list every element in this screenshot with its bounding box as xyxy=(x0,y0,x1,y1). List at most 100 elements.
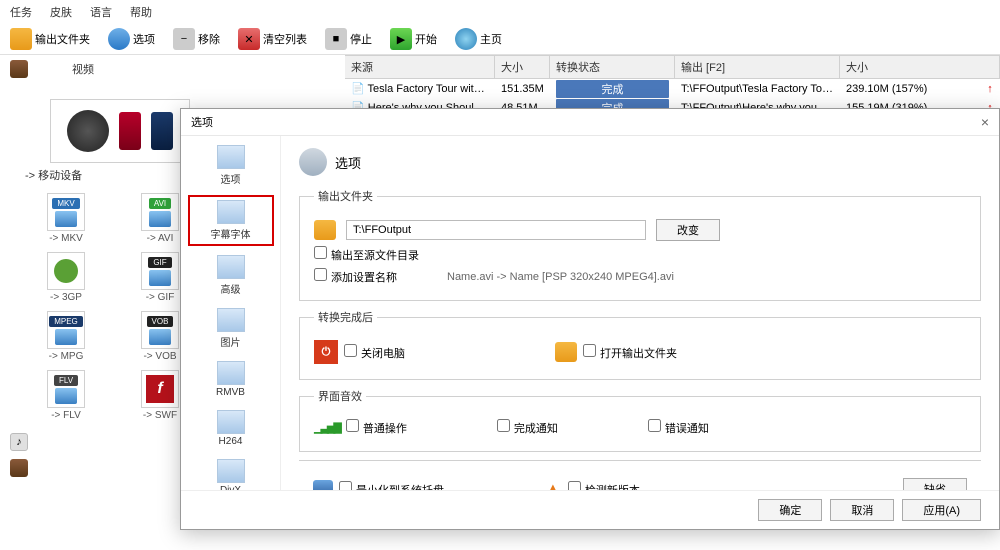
sidebar-item-icon xyxy=(217,145,245,169)
options-dialog: 选项 × 选项字幕字体高级图片 RMVB H264 DivX 选项 输出文件夹 改变 … xyxy=(180,108,1000,530)
stop-icon: ■ xyxy=(325,28,347,50)
sidebar-item-label: RMVB xyxy=(216,387,245,398)
sidebar-item-2[interactable]: 高级 xyxy=(188,252,274,299)
options-icon xyxy=(108,28,130,50)
reel-icon xyxy=(67,110,109,152)
music-icon[interactable]: ♪ xyxy=(10,433,28,451)
sidebar-item-icon xyxy=(217,410,245,434)
apply-button[interactable]: 应用(A) xyxy=(902,499,981,521)
cell-output: T:\FFOutput\Tesla Factory Tour ... xyxy=(675,82,840,96)
sidebar-item-5[interactable]: H264 xyxy=(188,407,274,450)
misc-fieldset: 最小化到系统托盘 ▲ 检测新版本 缺省 xyxy=(299,460,981,490)
output-path-input[interactable] xyxy=(346,220,646,240)
sidebar-item-label: 选项 xyxy=(221,171,241,186)
col-outsize[interactable]: 大小 xyxy=(840,56,1000,78)
chk-done-notify[interactable]: 完成通知 xyxy=(497,419,558,436)
tb-options[interactable]: 选项 xyxy=(108,28,155,50)
col-status[interactable]: 转换状态 xyxy=(550,56,675,78)
power-icon: ⏻ xyxy=(314,340,338,364)
up-arrow-icon: ↑ xyxy=(980,82,1000,96)
film-icon[interactable] xyxy=(10,459,28,477)
format-caption: -> 3GP xyxy=(50,292,82,303)
chk-tray[interactable]: 最小化到系统托盘 xyxy=(339,481,444,491)
tb-remove[interactable]: − 移除 xyxy=(173,28,220,50)
default-button[interactable]: 缺省 xyxy=(903,478,967,490)
options-sidebar: 选项字幕字体高级图片 RMVB H264 DivX xyxy=(181,136,281,490)
tb-start[interactable]: ▶ 开始 xyxy=(390,28,437,50)
menu-bar: 任务 皮肤 语言 帮助 xyxy=(0,0,1000,24)
sidebar-item-0[interactable]: 选项 xyxy=(188,142,274,189)
menu-lang[interactable]: 语言 xyxy=(90,4,112,20)
chk-shutdown[interactable]: 关闭电脑 xyxy=(344,344,405,361)
sidebar-item-4[interactable]: RMVB xyxy=(188,358,274,401)
bars-icon: ▁▃▅▇ xyxy=(314,421,340,434)
format-caption: -> FLV xyxy=(51,410,81,421)
cell-source: 📄 Tesla Factory Tour with El... xyxy=(345,81,495,96)
chk-normal[interactable]: 普通操作 xyxy=(346,419,407,436)
sidebar-item-label: H264 xyxy=(219,436,243,447)
chk-add-set-name[interactable]: 添加设置名称 xyxy=(314,268,397,285)
start-icon: ▶ xyxy=(390,28,412,50)
format-MPG[interactable]: MPEG-> MPG xyxy=(25,311,107,362)
format-caption: -> AVI xyxy=(147,233,174,244)
cancel-button[interactable]: 取消 xyxy=(830,499,894,521)
sidebar-item-6[interactable]: DivX xyxy=(188,456,274,490)
folder-icon xyxy=(10,28,32,50)
sound-fieldset: 界面音效 ▁▃▅▇ 普通操作 完成通知 错误通知 xyxy=(299,388,981,452)
change-button[interactable]: 改变 xyxy=(656,219,720,241)
col-output[interactable]: 输出 [F2] xyxy=(675,56,840,78)
after-convert-legend: 转换完成后 xyxy=(314,309,377,325)
clear-icon: ✕ xyxy=(238,28,260,50)
format-FLV[interactable]: FLV-> FLV xyxy=(25,370,107,421)
phone-icon-2 xyxy=(151,112,173,150)
format-caption: -> GIF xyxy=(146,292,175,303)
menu-task[interactable]: 任务 xyxy=(10,4,32,20)
toolbar: 输出文件夹 选项 − 移除 ✕ 清空列表 ■ 停止 ▶ 开始 主页 xyxy=(0,24,1000,55)
format-3GP[interactable]: -> 3GP xyxy=(25,252,107,303)
folder-icon[interactable] xyxy=(314,220,336,240)
phone-icon xyxy=(119,112,141,150)
tb-home[interactable]: 主页 xyxy=(455,28,502,50)
ok-button[interactable]: 确定 xyxy=(758,499,822,521)
tb-stop[interactable]: ■ 停止 xyxy=(325,28,372,50)
sidebar-item-icon xyxy=(217,200,245,224)
output-folder-legend: 输出文件夹 xyxy=(314,188,377,204)
sidebar-item-3[interactable]: 图片 xyxy=(188,305,274,352)
globe-icon xyxy=(455,28,477,50)
format-caption: -> MKV xyxy=(49,233,83,244)
col-size[interactable]: 大小 xyxy=(495,56,550,78)
folder-icon xyxy=(555,342,577,362)
dialog-title: 选项 xyxy=(191,114,213,130)
menu-skin[interactable]: 皮肤 xyxy=(50,4,72,20)
chk-update[interactable]: 检测新版本 xyxy=(568,481,640,491)
remove-icon: − xyxy=(173,28,195,50)
name-hint: Name.avi -> Name [PSP 320x240 MPEG4].avi xyxy=(447,271,674,283)
table-row[interactable]: 📄 Tesla Factory Tour with El...151.35M完成… xyxy=(345,79,1000,98)
sidebar-item-icon xyxy=(217,361,245,385)
menu-help[interactable]: 帮助 xyxy=(130,4,152,20)
table-header: 来源 大小 转换状态 输出 [F2] 大小 xyxy=(345,55,1000,79)
sound-legend: 界面音效 xyxy=(314,388,366,404)
section-title: 选项 xyxy=(335,153,361,172)
tb-clear[interactable]: ✕ 清空列表 xyxy=(238,28,307,50)
chk-out-to-src[interactable]: 输出至源文件目录 xyxy=(314,246,419,263)
close-icon[interactable]: × xyxy=(981,114,989,130)
chk-open-output[interactable]: 打开输出文件夹 xyxy=(583,344,677,361)
section-icon xyxy=(299,148,327,176)
output-folder-fieldset: 输出文件夹 改变 输出至源文件目录 添加设置名称 Name.avi -> Nam… xyxy=(299,188,981,301)
sidebar-item-icon xyxy=(217,255,245,279)
clapboard-icon xyxy=(10,60,28,78)
cell-size: 151.35M xyxy=(495,82,550,96)
format-MKV[interactable]: MKV-> MKV xyxy=(25,193,107,244)
format-caption: -> VOB xyxy=(143,351,176,362)
sidebar-item-1[interactable]: 字幕字体 xyxy=(188,195,274,246)
sidebar-item-label: 高级 xyxy=(221,281,241,296)
sidebar-item-label: 字幕字体 xyxy=(211,226,251,241)
format-caption: -> SWF xyxy=(143,410,177,421)
device-preview[interactable] xyxy=(50,99,190,163)
sidebar-item-icon xyxy=(217,459,245,483)
tb-output-folder[interactable]: 输出文件夹 xyxy=(10,28,90,50)
sidebar-item-icon xyxy=(217,308,245,332)
col-source[interactable]: 来源 xyxy=(345,56,495,78)
chk-err-notify[interactable]: 错误通知 xyxy=(648,419,709,436)
